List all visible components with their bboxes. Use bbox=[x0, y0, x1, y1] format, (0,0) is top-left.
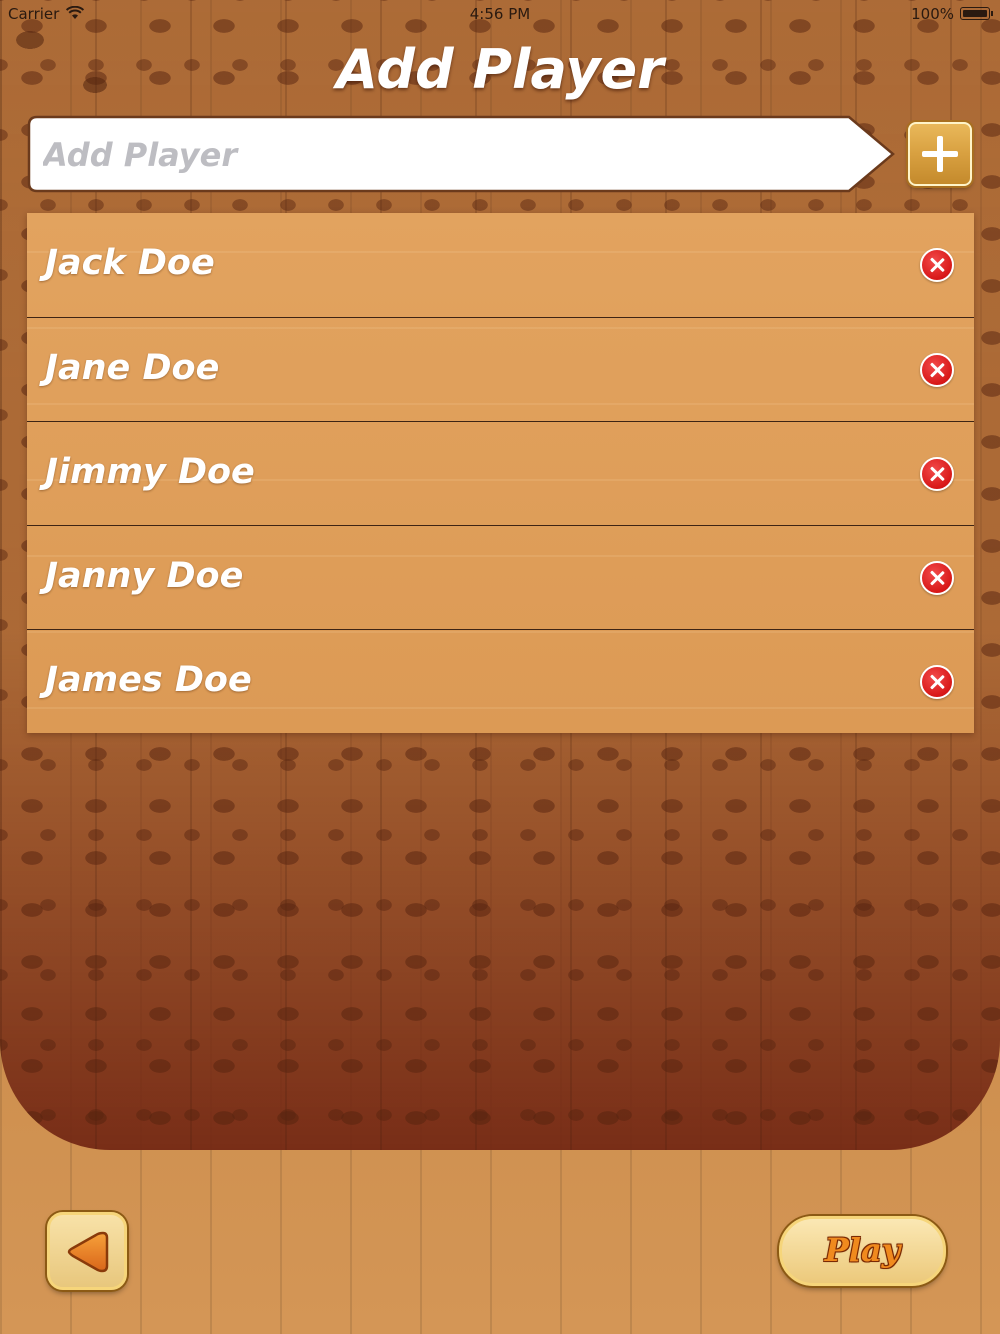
close-icon bbox=[929, 466, 945, 482]
battery-icon bbox=[960, 7, 993, 20]
battery-percent: 100% bbox=[911, 5, 954, 23]
remove-player-button[interactable] bbox=[920, 561, 954, 595]
player-name: Jane Doe bbox=[45, 348, 220, 388]
player-name: Janny Doe bbox=[45, 556, 244, 596]
remove-player-button[interactable] bbox=[920, 457, 954, 491]
list-item: Jane Doe bbox=[27, 317, 974, 421]
list-item: Jack Doe bbox=[27, 213, 974, 317]
page-title: Add Player bbox=[336, 38, 664, 101]
remove-player-button[interactable] bbox=[920, 248, 954, 282]
close-icon bbox=[929, 674, 945, 690]
player-list: Jack Doe Jane Doe Jimmy Doe Janny Doe Ja… bbox=[27, 213, 974, 733]
close-icon bbox=[929, 257, 945, 273]
add-player-field[interactable] bbox=[27, 115, 897, 193]
clock: 4:56 PM bbox=[469, 5, 531, 23]
remove-player-button[interactable] bbox=[920, 353, 954, 387]
play-label: Play bbox=[824, 1231, 901, 1269]
player-name: Jack Doe bbox=[45, 243, 215, 283]
player-name: James Doe bbox=[45, 660, 252, 700]
close-icon bbox=[929, 362, 945, 378]
list-item: Jimmy Doe bbox=[27, 421, 974, 525]
remove-player-button[interactable] bbox=[920, 665, 954, 699]
plus-icon bbox=[922, 136, 958, 172]
player-name-input[interactable] bbox=[41, 127, 825, 183]
add-player-button[interactable] bbox=[908, 122, 972, 186]
play-button[interactable]: Play bbox=[779, 1216, 946, 1286]
back-arrow-icon bbox=[67, 1231, 109, 1273]
player-name: Jimmy Doe bbox=[45, 452, 255, 492]
list-item: Janny Doe bbox=[27, 525, 974, 629]
back-button[interactable] bbox=[47, 1212, 127, 1290]
status-bar: Carrier 4:56 PM 100% bbox=[0, 0, 1000, 28]
list-item: James Doe bbox=[27, 629, 974, 733]
close-icon bbox=[929, 570, 945, 586]
